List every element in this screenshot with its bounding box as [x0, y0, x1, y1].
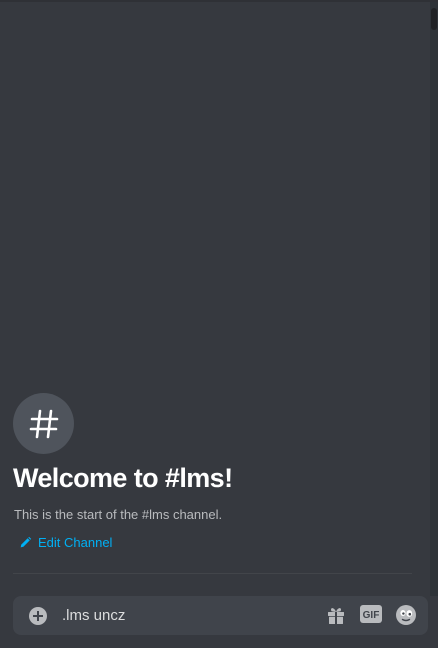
emoji-button[interactable]: [395, 604, 417, 626]
welcome-title: Welcome to #lms!: [13, 463, 233, 493]
scrollbar-thumb[interactable]: [431, 8, 437, 30]
channel-start-text: This is the start of the #lms channel.: [14, 507, 223, 522]
edit-channel-label: Edit Channel: [38, 535, 113, 550]
message-input[interactable]: [62, 604, 302, 626]
add-attachment-button[interactable]: [28, 606, 48, 626]
hash-icon: [29, 409, 58, 438]
edit-channel-link[interactable]: Edit Channel: [19, 535, 112, 550]
top-border: [0, 0, 438, 2]
gif-label: GIF: [363, 610, 380, 621]
gift-button[interactable]: [325, 604, 347, 626]
gif-icon: GIF: [360, 605, 382, 623]
scrollbar-track[interactable]: [430, 2, 438, 596]
gif-button[interactable]: GIF: [360, 605, 382, 623]
divider: [13, 573, 412, 574]
channel-hash-icon: [13, 393, 74, 454]
gift-icon: [328, 608, 344, 624]
plus-circle-icon: [29, 607, 47, 625]
emoji-icon: [396, 605, 416, 625]
pencil-icon: [20, 536, 32, 548]
message-composer: GIF: [13, 596, 428, 635]
